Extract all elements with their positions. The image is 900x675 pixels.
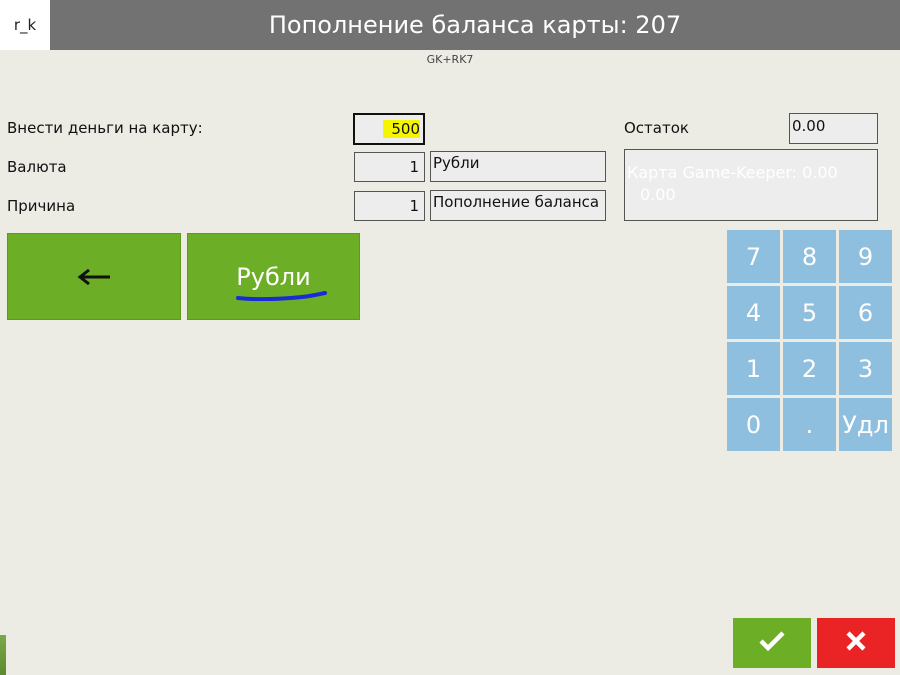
logo-text: r_k bbox=[13, 16, 37, 34]
reason-code-field[interactable]: 1 bbox=[354, 191, 425, 221]
background-corner bbox=[0, 635, 6, 675]
card-balance-line2: 0.00 bbox=[640, 185, 676, 204]
page-subtitle: GK+RK7 bbox=[426, 53, 474, 66]
balance-label: Остаток bbox=[624, 119, 689, 137]
amount-value: 500 bbox=[383, 120, 420, 138]
currency-name-field[interactable]: Рубли bbox=[430, 151, 606, 182]
key-dot[interactable]: . bbox=[783, 398, 836, 451]
logo: r_k bbox=[0, 0, 50, 50]
key-5[interactable]: 5 bbox=[783, 286, 836, 339]
amount-input[interactable]: 500 bbox=[353, 113, 425, 145]
reason-label: Причина bbox=[7, 197, 76, 215]
currency-button-label: Рубли bbox=[236, 262, 311, 291]
back-button[interactable] bbox=[7, 233, 181, 320]
key-4[interactable]: 4 bbox=[727, 286, 780, 339]
amount-label: Внести деньги на карту: bbox=[7, 119, 203, 137]
page-title: Пополнение баланса карты: 207 bbox=[268, 11, 682, 39]
arrow-left-icon bbox=[77, 263, 111, 291]
card-balance-line1: Карта Game-Keeper: 0.00 bbox=[627, 163, 838, 182]
key-3[interactable]: 3 bbox=[839, 342, 892, 395]
key-6[interactable]: 6 bbox=[839, 286, 892, 339]
key-9[interactable]: 9 bbox=[839, 230, 892, 283]
check-icon bbox=[759, 631, 785, 655]
key-7[interactable]: 7 bbox=[727, 230, 780, 283]
key-delete[interactable]: Удл bbox=[839, 398, 892, 451]
card-balance-box: Карта Game-Keeper: 0.00 0.00 bbox=[624, 149, 878, 221]
key-0[interactable]: 0 bbox=[727, 398, 780, 451]
key-2[interactable]: 2 bbox=[783, 342, 836, 395]
key-1[interactable]: 1 bbox=[727, 342, 780, 395]
ok-button[interactable] bbox=[733, 618, 811, 668]
close-icon bbox=[845, 630, 867, 656]
key-8[interactable]: 8 bbox=[783, 230, 836, 283]
reason-name-field[interactable]: Пополнение баланса bbox=[430, 190, 606, 221]
currency-code-field[interactable]: 1 bbox=[354, 152, 425, 182]
currency-button[interactable]: Рубли bbox=[187, 233, 360, 320]
currency-label: Валюта bbox=[7, 158, 67, 176]
balance-value-field: 0.00 bbox=[789, 113, 878, 144]
cancel-button[interactable] bbox=[817, 618, 895, 668]
underline-mark bbox=[236, 291, 327, 301]
